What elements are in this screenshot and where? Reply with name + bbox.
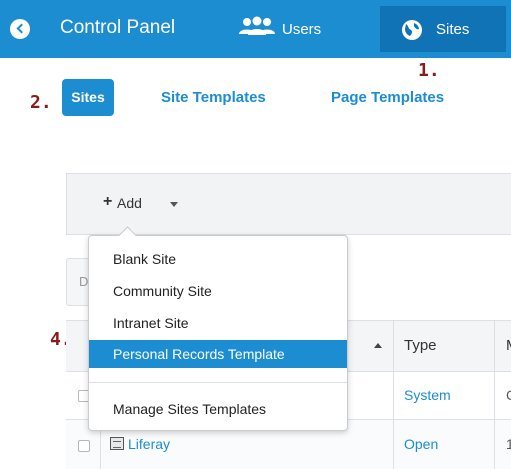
column-type[interactable]: Type	[404, 337, 437, 354]
menu-item-label: Personal Records Template	[113, 346, 285, 362]
site-icon	[110, 437, 124, 450]
tab-page-templates[interactable]: Page Templates	[331, 89, 444, 106]
menu-item-label: Intranet Site	[113, 315, 189, 331]
column-divider	[393, 321, 394, 469]
nav-users-label: Users	[282, 21, 322, 38]
annotation-marker-2: 2.	[30, 92, 52, 113]
menu-item-blank-site[interactable]: Blank Site	[89, 246, 347, 272]
sort-asc-icon[interactable]	[374, 343, 382, 348]
nav-sites-label: Sites	[436, 21, 470, 38]
row-type[interactable]: Open	[404, 436, 438, 452]
caret-down-icon	[170, 202, 178, 207]
nav-users[interactable]: Users	[238, 6, 358, 50]
menu-item-intranet-site[interactable]: Intranet Site	[89, 310, 347, 336]
menu-item-personal-records-template[interactable]: Personal Records Template	[89, 340, 347, 368]
menu-item-community-site[interactable]: Community Site	[89, 278, 347, 304]
column-more[interactable]: M	[506, 337, 511, 354]
menu-item-manage-sites-templates[interactable]: Manage Sites Templates	[89, 396, 347, 422]
menu-divider	[89, 382, 347, 383]
menu-item-label: Blank Site	[113, 251, 177, 267]
annotation-marker-1: 1.	[418, 60, 440, 81]
tab-site-templates[interactable]: Site Templates	[161, 89, 266, 106]
site-name-link[interactable]: Liferay	[128, 436, 170, 452]
tab-sites[interactable]: Sites	[62, 79, 114, 116]
menu-item-label: Manage Sites Templates	[113, 401, 267, 417]
add-dropdown-menu: Blank Site Community Site Intranet Site …	[88, 235, 348, 431]
control-panel-title: Control Panel	[60, 17, 176, 38]
add-button[interactable]: + Add	[100, 190, 190, 220]
chevron-left-icon[interactable]	[10, 19, 30, 39]
globe-icon	[400, 18, 424, 46]
row-more: C	[506, 387, 511, 403]
plus-icon: +	[103, 193, 113, 210]
users-icon	[238, 16, 276, 40]
menu-item-label: Community Site	[113, 283, 212, 299]
control-panel-header: Control Panel Users Sites	[0, 0, 511, 58]
nav-sites[interactable]: Sites	[380, 6, 506, 52]
row-type[interactable]: System	[404, 387, 451, 403]
filter-text: D	[79, 274, 89, 289]
row-checkbox[interactable]	[78, 440, 90, 452]
column-divider	[494, 321, 495, 469]
row-more: 1	[506, 436, 511, 452]
add-button-label: Add	[117, 195, 142, 211]
